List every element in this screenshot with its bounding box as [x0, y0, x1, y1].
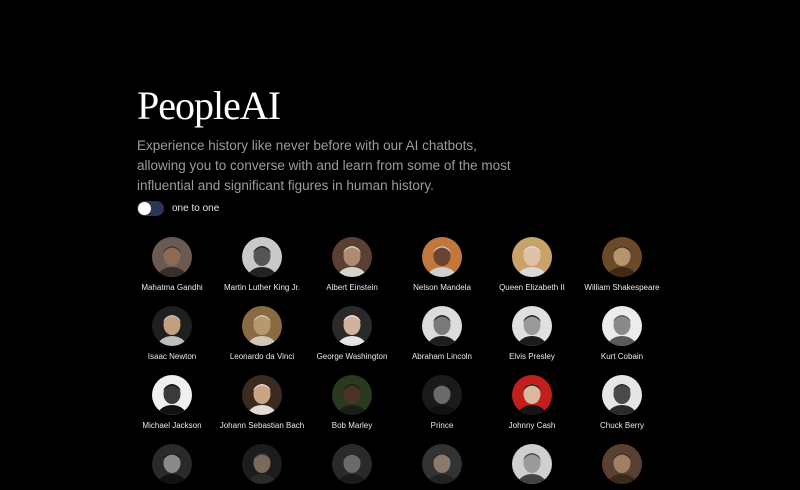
- person-avatar[interactable]: [332, 375, 372, 415]
- person-name: William Shakespeare: [584, 283, 660, 292]
- person-name: Kurt Cobain: [600, 352, 644, 361]
- person-avatar[interactable]: [602, 237, 642, 277]
- person-avatar[interactable]: [422, 444, 462, 484]
- person-name: Albert Einstein: [326, 283, 378, 292]
- person-avatar[interactable]: [332, 306, 372, 346]
- person-avatar[interactable]: [332, 444, 372, 484]
- person-card[interactable]: Albert Einstein: [307, 237, 397, 292]
- person-name: Martin Luther King Jr.: [223, 283, 301, 292]
- person-avatar[interactable]: [512, 444, 552, 484]
- hero-tagline: Experience history like never before wit…: [137, 138, 511, 193]
- mode-toggle-label: one to one: [172, 203, 220, 214]
- person-card[interactable]: Chuck Berry: [577, 375, 667, 430]
- person-card[interactable]: Martin Luther King Jr.: [217, 237, 307, 292]
- person-name: Prince: [430, 421, 454, 430]
- person-avatar[interactable]: [152, 444, 192, 484]
- person-card[interactable]: [397, 444, 487, 490]
- person-name: Mahatma Gandhi: [141, 283, 203, 292]
- person-card[interactable]: Nelson Mandela: [397, 237, 487, 292]
- person-card[interactable]: Michael Jackson: [127, 375, 217, 430]
- person-avatar[interactable]: [242, 306, 282, 346]
- person-avatar[interactable]: [512, 375, 552, 415]
- person-avatar[interactable]: [152, 237, 192, 277]
- person-card[interactable]: Johann Sebastian Bach: [217, 375, 307, 430]
- person-card[interactable]: Prince: [397, 375, 487, 430]
- mode-toggle-row: one to one: [137, 201, 219, 216]
- person-card[interactable]: [127, 444, 217, 490]
- person-card[interactable]: George Washington: [307, 306, 397, 361]
- person-avatar[interactable]: [602, 444, 642, 484]
- person-avatar[interactable]: [422, 375, 462, 415]
- person-card[interactable]: Abraham Lincoln: [397, 306, 487, 361]
- person-avatar[interactable]: [512, 237, 552, 277]
- person-card[interactable]: Elvis Presley: [487, 306, 577, 361]
- person-name: Johnny Cash: [508, 421, 556, 430]
- person-card[interactable]: Leonardo da Vinci: [217, 306, 307, 361]
- person-avatar[interactable]: [242, 444, 282, 484]
- person-name: Johann Sebastian Bach: [219, 421, 305, 430]
- person-card[interactable]: [307, 444, 397, 490]
- people-grid: Mahatma Gandhi Martin Luther King Jr. Albe…: [127, 237, 667, 490]
- person-card[interactable]: [487, 444, 577, 490]
- person-avatar[interactable]: [242, 237, 282, 277]
- person-card[interactable]: Bob Marley: [307, 375, 397, 430]
- person-avatar[interactable]: [422, 237, 462, 277]
- person-avatar[interactable]: [512, 306, 552, 346]
- person-name: Nelson Mandela: [413, 283, 471, 292]
- person-name: Elvis Presley: [509, 352, 555, 361]
- person-avatar[interactable]: [422, 306, 462, 346]
- person-name: Isaac Newton: [147, 352, 197, 361]
- person-avatar[interactable]: [602, 306, 642, 346]
- toggle-knob: [138, 202, 151, 215]
- person-card[interactable]: Isaac Newton: [127, 306, 217, 361]
- person-name: George Washington: [316, 352, 388, 361]
- person-card[interactable]: Kurt Cobain: [577, 306, 667, 361]
- person-name: Michael Jackson: [142, 421, 202, 430]
- person-card[interactable]: Mahatma Gandhi: [127, 237, 217, 292]
- person-card[interactable]: [217, 444, 307, 490]
- brand-title: PeopleAI: [137, 83, 281, 128]
- person-avatar[interactable]: [332, 237, 372, 277]
- person-avatar[interactable]: [152, 306, 192, 346]
- person-name: Queen Elizabeth II: [499, 283, 565, 292]
- person-avatar[interactable]: [152, 375, 192, 415]
- person-card[interactable]: Johnny Cash: [487, 375, 577, 430]
- person-card[interactable]: William Shakespeare: [577, 237, 667, 292]
- person-name: Bob Marley: [331, 421, 373, 430]
- person-avatar[interactable]: [602, 375, 642, 415]
- mode-toggle-switch[interactable]: [137, 201, 164, 216]
- person-name: Chuck Berry: [599, 421, 644, 430]
- person-name: Leonardo da Vinci: [229, 352, 295, 361]
- person-card[interactable]: [577, 444, 667, 490]
- person-name: Abraham Lincoln: [411, 352, 473, 361]
- person-avatar[interactable]: [242, 375, 282, 415]
- person-card[interactable]: Queen Elizabeth II: [487, 237, 577, 292]
